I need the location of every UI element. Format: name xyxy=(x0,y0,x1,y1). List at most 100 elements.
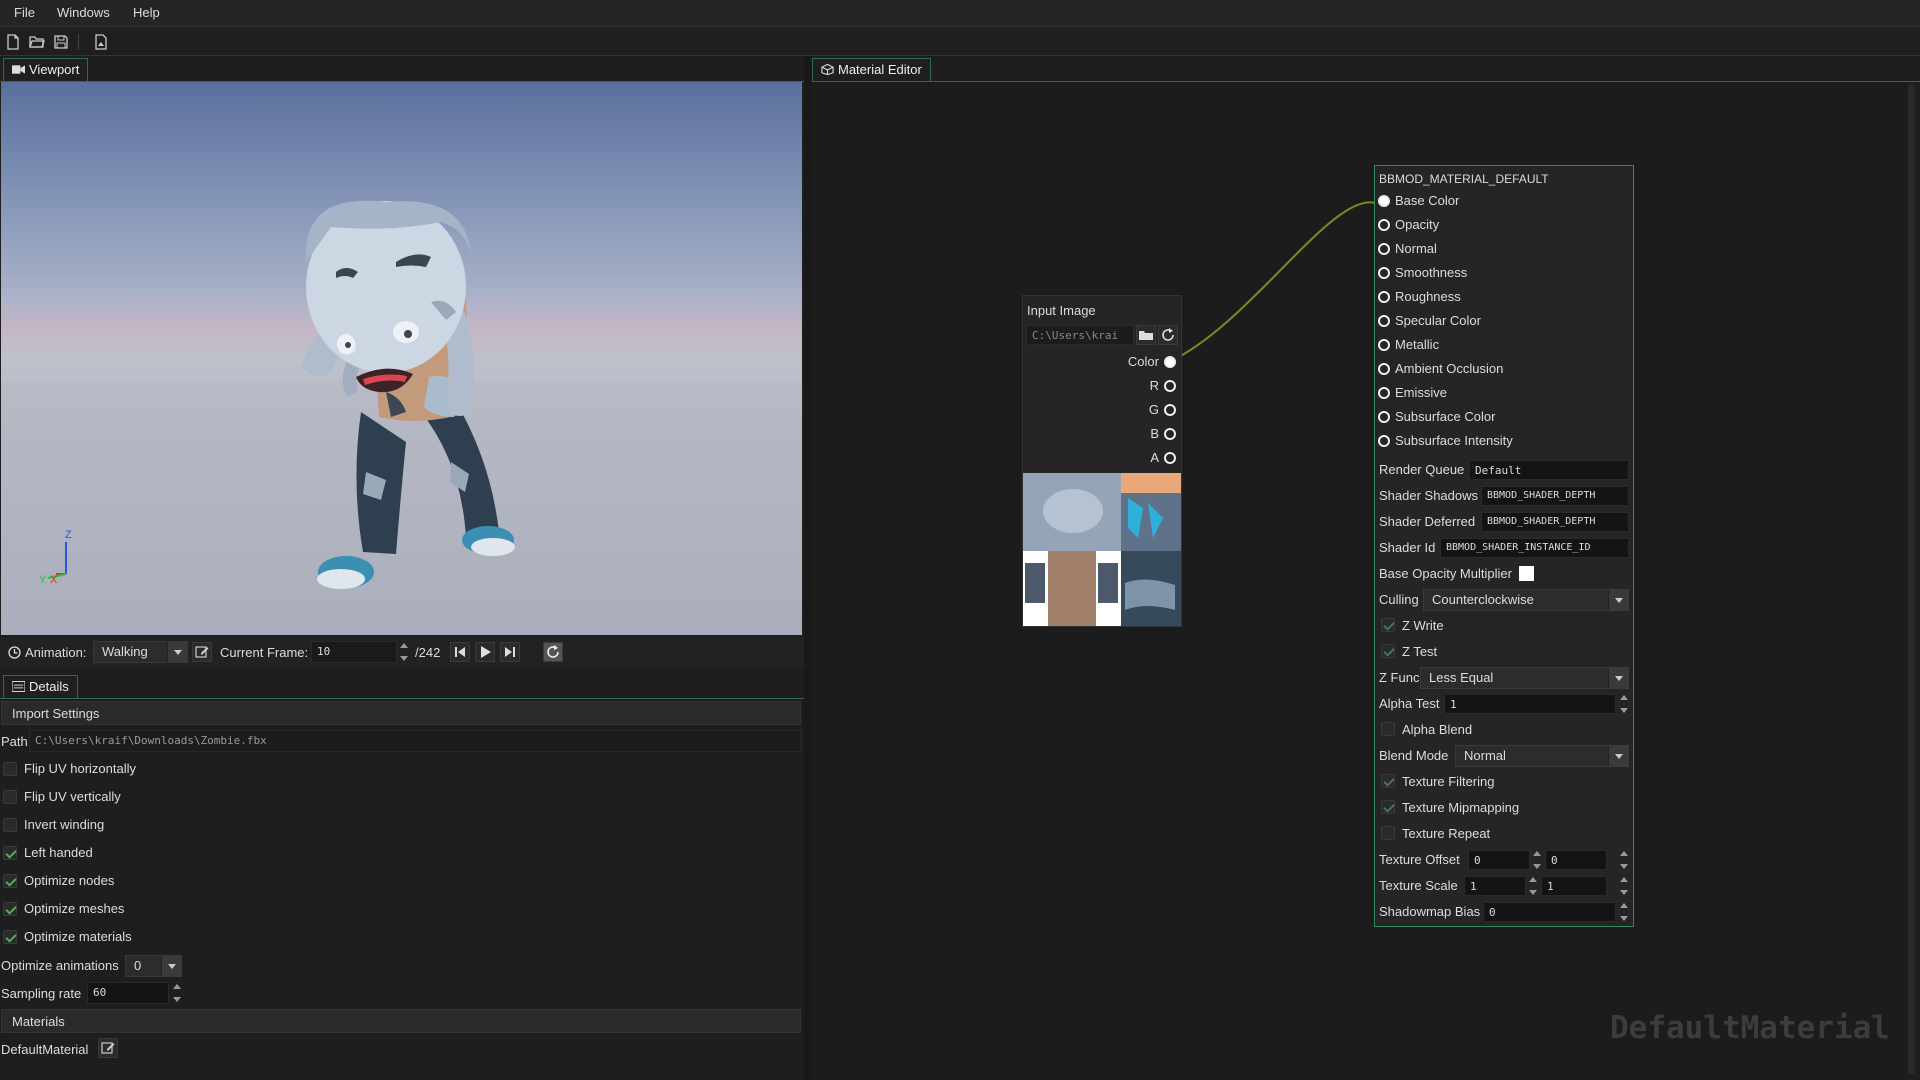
shader-id-label: Shader Id xyxy=(1379,540,1436,555)
import-option-checkbox[interactable] xyxy=(3,818,17,832)
base-opacity-swatch[interactable] xyxy=(1519,566,1534,581)
texture-scale-y-input[interactable]: 1 xyxy=(1541,876,1607,896)
import-option-checkbox[interactable] xyxy=(3,846,17,860)
alpha-test-input[interactable]: 1 xyxy=(1444,694,1616,714)
z-test-label: Z Test xyxy=(1402,644,1438,659)
alpha-blend-checkbox[interactable] xyxy=(1381,722,1395,736)
import-option-checkbox[interactable] xyxy=(3,930,17,944)
shadowmap-bias-label: Shadowmap Bias xyxy=(1379,904,1481,919)
material-input-pin[interactable] xyxy=(1378,435,1390,447)
texture-scale-x-spinner[interactable] xyxy=(1528,875,1538,897)
save-icon[interactable] xyxy=(53,34,69,50)
material-input-pin[interactable] xyxy=(1378,411,1390,423)
output-a-pin[interactable] xyxy=(1164,452,1176,464)
texture-scale-x-input[interactable]: 1 xyxy=(1464,876,1526,896)
toolbar-divider xyxy=(78,34,79,50)
last-frame-button[interactable] xyxy=(500,642,520,662)
import-option-checkbox[interactable] xyxy=(3,762,17,776)
texture-offset-x-spinner[interactable] xyxy=(1532,849,1542,871)
loop-button[interactable] xyxy=(543,642,563,662)
texture-offset-y-input[interactable]: 0 xyxy=(1545,850,1607,870)
z-write-checkbox[interactable] xyxy=(1381,618,1395,632)
culling-select[interactable]: Counterclockwise xyxy=(1423,589,1629,611)
optimize-animations-select[interactable]: 0 xyxy=(125,955,182,977)
node-link xyxy=(1170,201,1376,362)
export-icon[interactable] xyxy=(93,34,109,50)
tab-viewport[interactable]: Viewport xyxy=(3,58,89,81)
texture-mipmapping-label: Texture Mipmapping xyxy=(1402,800,1520,815)
material-input-pin[interactable] xyxy=(1378,267,1390,279)
menu-windows[interactable]: Windows xyxy=(57,5,110,20)
tab-details[interactable]: Details xyxy=(3,675,78,698)
materials-header[interactable]: Materials xyxy=(1,1009,801,1033)
blend-mode-select[interactable]: Normal xyxy=(1455,745,1629,767)
material-input-pin[interactable] xyxy=(1378,363,1390,375)
pane-splitter[interactable] xyxy=(804,56,812,1080)
material-input-label: Base Color xyxy=(1395,193,1460,208)
zombie-model xyxy=(1,200,802,635)
new-file-icon[interactable] xyxy=(5,34,21,50)
material-input-pin[interactable] xyxy=(1378,195,1390,207)
output-b-pin[interactable] xyxy=(1164,428,1176,440)
viewport-3d[interactable]: Z X Y xyxy=(1,82,802,635)
browse-image-button[interactable] xyxy=(1136,325,1156,345)
import-settings-header[interactable]: Import Settings xyxy=(1,701,801,725)
material-node[interactable]: BBMOD_MATERIAL_DEFAULT Base Color Opacity… xyxy=(1374,165,1634,927)
input-image-node[interactable]: Input Image C:\Users\krai Color R G B A xyxy=(1022,295,1182,627)
import-option-checkbox[interactable] xyxy=(3,790,17,804)
reload-image-button[interactable] xyxy=(1158,325,1178,345)
z-func-select[interactable]: Less Equal xyxy=(1420,667,1629,689)
first-frame-button[interactable] xyxy=(450,642,470,662)
texture-mipmapping-checkbox[interactable] xyxy=(1381,800,1395,814)
animation-select[interactable]: Walking xyxy=(93,641,188,663)
z-func-label: Z Func xyxy=(1379,670,1420,685)
import-option-label: Flip UV vertically xyxy=(24,789,121,804)
path-field[interactable]: C:\Users\kraif\Downloads\Zombie.fbx xyxy=(29,730,801,752)
material-input-pin[interactable] xyxy=(1378,291,1390,303)
output-color-pin[interactable] xyxy=(1164,356,1176,368)
total-frames-label: /242 xyxy=(415,645,441,660)
edit-animation-button[interactable] xyxy=(192,642,212,662)
output-g-pin[interactable] xyxy=(1164,404,1176,416)
sampling-rate-spinner[interactable] xyxy=(172,982,182,1004)
texture-scale-y-spinner[interactable] xyxy=(1619,875,1629,897)
menu-help[interactable]: Help xyxy=(133,5,160,20)
material-input-pin[interactable] xyxy=(1378,339,1390,351)
play-button[interactable] xyxy=(475,642,495,662)
output-b-label: B xyxy=(1150,426,1159,441)
input-image-path[interactable]: C:\Users\krai xyxy=(1026,325,1134,345)
output-r-pin[interactable] xyxy=(1164,380,1176,392)
material-input-pin[interactable] xyxy=(1378,219,1390,231)
current-frame-spinner[interactable] xyxy=(399,641,409,663)
shader-deferred-field[interactable]: BBMOD_SHADER_DEPTH xyxy=(1481,512,1629,532)
edit-material-button[interactable] xyxy=(98,1038,118,1058)
texture-offset-y-spinner[interactable] xyxy=(1619,849,1629,871)
play-icon xyxy=(481,646,491,658)
editor-scrollbar[interactable] xyxy=(1908,84,1915,1074)
z-test-checkbox[interactable] xyxy=(1381,644,1395,658)
current-frame-input[interactable]: 10 xyxy=(311,641,397,663)
render-queue-field[interactable]: Default xyxy=(1469,460,1629,480)
material-input-pin[interactable] xyxy=(1378,315,1390,327)
open-folder-icon[interactable] xyxy=(29,34,45,50)
shader-id-field[interactable]: BBMOD_SHADER_INSTANCE_ID xyxy=(1440,538,1629,558)
node-graph-canvas[interactable] xyxy=(812,82,1906,1080)
refresh-icon xyxy=(1162,328,1174,341)
material-input-pin[interactable] xyxy=(1378,243,1390,255)
sampling-rate-input[interactable]: 60 xyxy=(87,982,169,1004)
alpha-test-spinner[interactable] xyxy=(1619,693,1629,715)
shadowmap-bias-input[interactable]: 0 xyxy=(1483,902,1616,922)
texture-filtering-checkbox[interactable] xyxy=(1381,774,1395,788)
shader-shadows-field[interactable]: BBMOD_SHADER_DEPTH xyxy=(1481,486,1629,506)
blend-mode-value: Normal xyxy=(1464,748,1506,763)
import-option-checkbox[interactable] xyxy=(3,874,17,888)
tab-material-editor[interactable]: Material Editor xyxy=(812,58,931,81)
shadowmap-bias-spinner[interactable] xyxy=(1619,901,1629,923)
details-tab-underline xyxy=(0,698,804,699)
menu-file[interactable]: File xyxy=(14,5,35,20)
import-option-checkbox[interactable] xyxy=(3,902,17,916)
open-folder-icon xyxy=(1139,331,1153,340)
texture-repeat-checkbox[interactable] xyxy=(1381,826,1395,840)
texture-offset-x-input[interactable]: 0 xyxy=(1468,850,1530,870)
material-input-pin[interactable] xyxy=(1378,387,1390,399)
